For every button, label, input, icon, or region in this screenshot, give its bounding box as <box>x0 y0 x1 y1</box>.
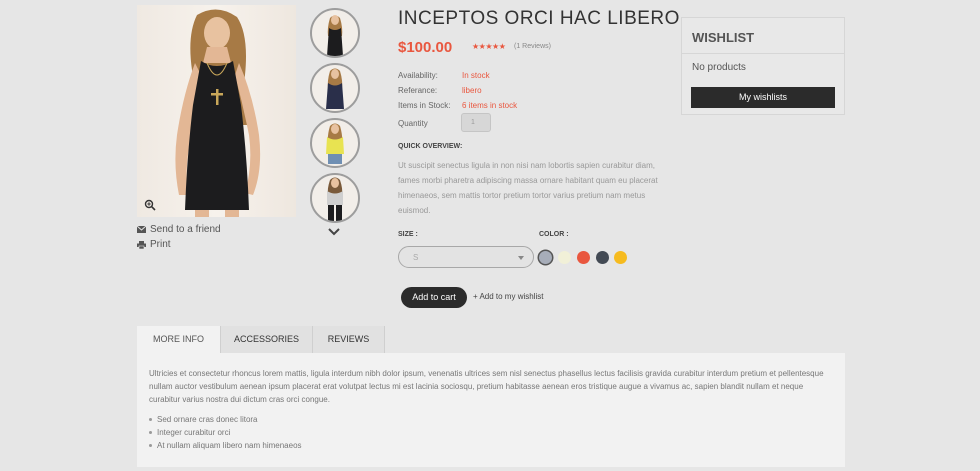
my-wishlists-button[interactable]: My wishlists <box>691 87 835 108</box>
size-label: SIZE : <box>398 231 418 238</box>
color-label: COLOR : <box>539 231 569 238</box>
product-price: $100.00 <box>398 39 453 56</box>
reference-label: Referance: <box>398 86 438 95</box>
wishlist-title: WISHLIST <box>692 30 755 45</box>
items-in-stock-value: 6 items in stock <box>462 101 518 110</box>
product-main-image[interactable] <box>137 5 296 217</box>
add-to-wishlist-link[interactable]: + Add to my wishlist <box>473 292 543 301</box>
print-link[interactable]: Print <box>137 239 171 250</box>
thumbnail-photo <box>327 177 343 221</box>
quick-overview-text: Ut suscipit senectus ligula in non nisi … <box>398 161 658 215</box>
list-item: Sed ornare cras donec litora <box>149 413 302 426</box>
quantity-label: Quantity <box>398 119 428 128</box>
wishlist-divider <box>682 53 844 54</box>
tab-accessories[interactable]: ACCESSORIES <box>221 326 313 353</box>
color-swatch[interactable] <box>558 251 571 264</box>
color-swatch[interactable] <box>614 251 627 264</box>
wishlist-block: WISHLIST No products My wishlists <box>681 17 845 115</box>
thumbnail-photo <box>326 123 344 164</box>
availability-label: Availability: <box>398 71 438 80</box>
envelope-icon <box>137 226 146 233</box>
wishlist-empty-text: No products <box>692 62 746 73</box>
more-info-list: Sed ornare cras donec litora Integer cur… <box>149 413 302 452</box>
thumbnail-1[interactable] <box>310 8 360 58</box>
send-to-friend-link[interactable]: Send to a friend <box>137 224 221 235</box>
zoom-icon[interactable] <box>144 199 156 211</box>
product-title: INCEPTOS ORCI HAC LIBERO <box>398 8 680 29</box>
reviews-count-link[interactable]: (1 Reviews) <box>514 43 551 50</box>
send-to-friend-label: Send to a friend <box>150 224 221 235</box>
add-to-cart-button[interactable]: Add to cart <box>401 287 467 308</box>
availability-value: In stock <box>462 71 490 80</box>
list-item: At nullam aliquam libero nam himenaeos <box>149 441 302 450</box>
thumbnail-4[interactable] <box>310 173 360 223</box>
print-label: Print <box>150 239 171 250</box>
rating-stars: ★★★★★ <box>472 42 506 51</box>
model-photo <box>175 9 261 217</box>
tab-reviews[interactable]: REVIEWS <box>313 326 385 353</box>
reference-value: libero <box>462 86 482 95</box>
thumbnail-photo <box>326 68 344 109</box>
more-info-panel: Ultricies et consectetur rhoncus lorem m… <box>137 353 845 467</box>
color-swatch[interactable] <box>596 251 609 264</box>
thumbnail-2[interactable] <box>310 63 360 113</box>
thumbnail-photo <box>327 15 343 56</box>
chevron-down-icon[interactable] <box>327 226 341 236</box>
quick-overview-heading: QUICK OVERVIEW: <box>398 143 463 150</box>
list-item: Integer curabitur orci <box>149 426 302 439</box>
size-select[interactable]: S <box>398 246 534 268</box>
quantity-input[interactable]: 1 <box>461 113 491 132</box>
caret-down-icon <box>518 256 524 260</box>
color-swatch[interactable] <box>539 251 552 264</box>
items-in-stock-label: Items in Stock: <box>398 101 451 110</box>
tab-more-info[interactable]: MORE INFO <box>137 326 221 353</box>
size-selected-value: S <box>413 253 419 262</box>
color-swatch[interactable] <box>577 251 590 264</box>
more-info-paragraph: Ultricies et consectetur rhoncus lorem m… <box>149 369 824 404</box>
thumbnail-3[interactable] <box>310 118 360 168</box>
printer-icon <box>137 240 146 249</box>
